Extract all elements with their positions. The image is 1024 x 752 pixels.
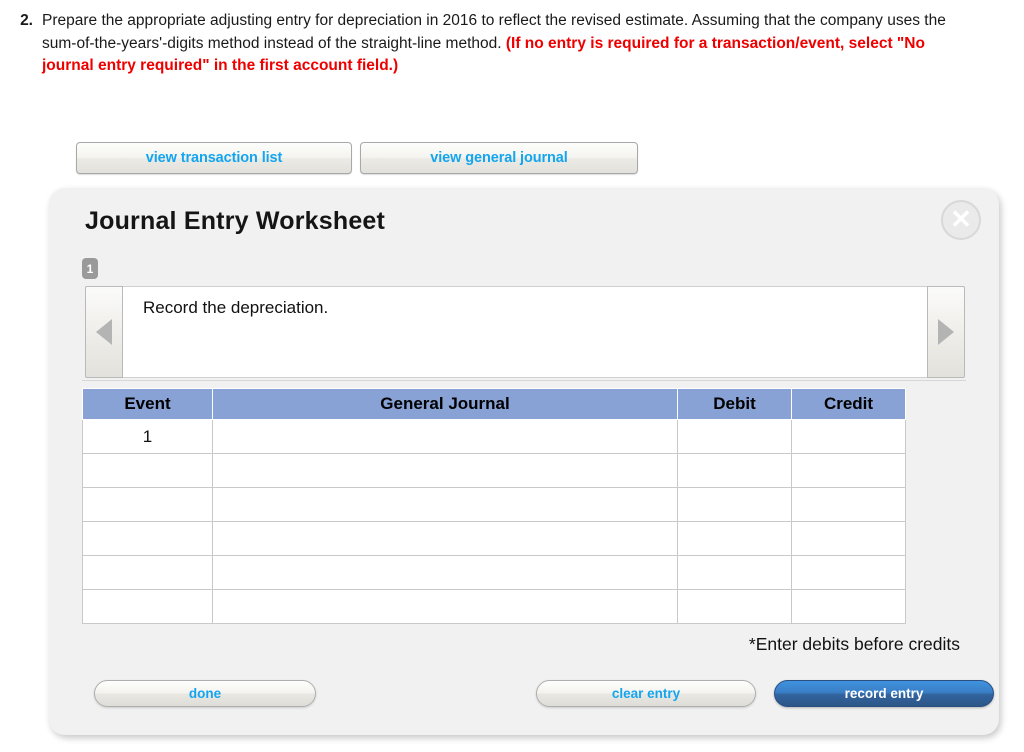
entry-tab-1[interactable]: 1 bbox=[82, 258, 98, 279]
question-text: Prepare the appropriate adjusting entry … bbox=[42, 10, 947, 78]
table-row bbox=[82, 453, 906, 488]
journal-entry-worksheet-panel: Journal Entry Worksheet ✕ 1 Record the d… bbox=[49, 188, 999, 735]
clear-entry-button[interactable]: clear entry bbox=[536, 680, 756, 707]
view-transaction-list-button[interactable]: view transaction list bbox=[76, 142, 352, 174]
view-general-journal-button[interactable]: view general journal bbox=[360, 142, 638, 174]
event-cell bbox=[82, 521, 213, 556]
credit-field[interactable] bbox=[791, 589, 906, 624]
table-row bbox=[82, 521, 906, 556]
action-button-bar: done clear entry record entry bbox=[49, 680, 999, 720]
chevron-left-icon bbox=[96, 319, 112, 345]
general-journal-field[interactable] bbox=[212, 589, 678, 624]
general-journal-field[interactable] bbox=[212, 487, 678, 522]
general-journal-field[interactable] bbox=[212, 521, 678, 556]
credit-field[interactable] bbox=[791, 555, 906, 590]
entry-tab-list: 1 bbox=[82, 258, 98, 279]
previous-entry-button[interactable] bbox=[85, 286, 123, 378]
event-cell bbox=[82, 555, 213, 590]
next-entry-button[interactable] bbox=[927, 286, 965, 378]
event-cell bbox=[82, 453, 213, 488]
table-header-row: Event General Journal Debit Credit bbox=[82, 388, 906, 420]
table-row bbox=[82, 487, 906, 522]
column-header-credit: Credit bbox=[791, 388, 906, 420]
entry-navigation-strip: Record the depreciation. bbox=[85, 286, 965, 378]
table-row bbox=[82, 555, 906, 590]
debit-field[interactable] bbox=[677, 453, 792, 488]
column-header-event: Event bbox=[82, 388, 213, 420]
chevron-right-icon bbox=[938, 319, 954, 345]
credit-field[interactable] bbox=[791, 419, 906, 454]
page-title: Journal Entry Worksheet bbox=[85, 207, 386, 235]
debit-field[interactable] bbox=[677, 521, 792, 556]
debit-field[interactable] bbox=[677, 419, 792, 454]
top-button-bar: view transaction list view general journ… bbox=[76, 142, 638, 174]
close-glyph: ✕ bbox=[950, 204, 972, 234]
question-block: 2. Prepare the appropriate adjusting ent… bbox=[0, 0, 1024, 78]
debit-field[interactable] bbox=[677, 487, 792, 522]
credit-field[interactable] bbox=[791, 487, 906, 522]
question-number: 2. bbox=[20, 12, 33, 29]
general-journal-field[interactable] bbox=[212, 453, 678, 488]
journal-entry-table: Event General Journal Debit Credit 1 bbox=[82, 388, 906, 624]
record-entry-button[interactable]: record entry bbox=[774, 680, 994, 707]
journal-table-body: 1 bbox=[82, 419, 906, 624]
done-button[interactable]: done bbox=[94, 680, 316, 707]
entry-description: Record the depreciation. bbox=[123, 286, 927, 378]
event-cell: 1 bbox=[82, 419, 213, 454]
debit-field[interactable] bbox=[677, 589, 792, 624]
event-cell bbox=[82, 589, 213, 624]
event-cell bbox=[82, 487, 213, 522]
column-header-debit: Debit bbox=[677, 388, 792, 420]
column-header-general-journal: General Journal bbox=[212, 388, 678, 420]
section-divider bbox=[82, 380, 966, 381]
credit-field[interactable] bbox=[791, 453, 906, 488]
debit-field[interactable] bbox=[677, 555, 792, 590]
general-journal-field[interactable] bbox=[212, 555, 678, 590]
credit-field[interactable] bbox=[791, 521, 906, 556]
general-journal-field[interactable] bbox=[212, 419, 678, 454]
table-row: 1 bbox=[82, 419, 906, 454]
close-icon[interactable]: ✕ bbox=[941, 200, 981, 240]
enter-debits-note: *Enter debits before credits bbox=[748, 634, 960, 654]
table-row bbox=[82, 589, 906, 624]
